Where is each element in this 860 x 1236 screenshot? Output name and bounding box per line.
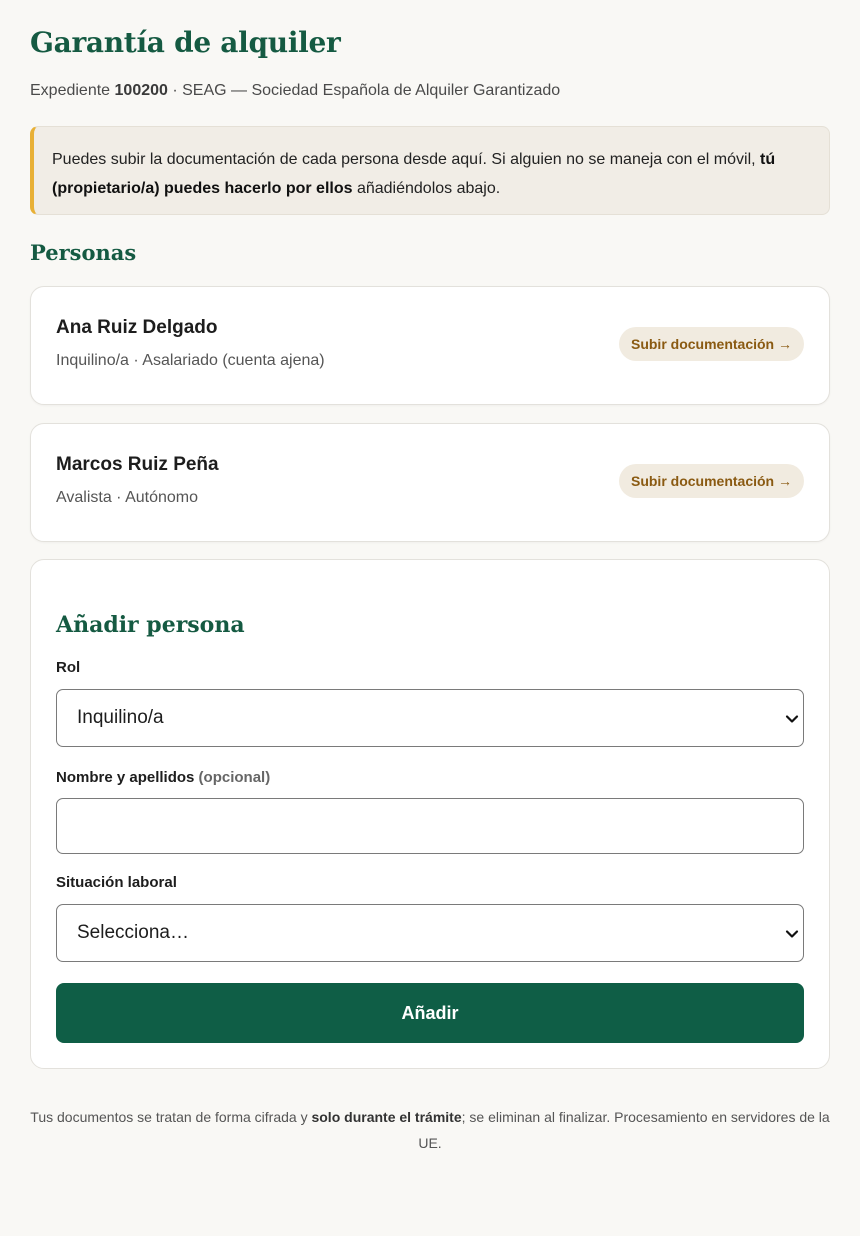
persons-section-title: Personas: [30, 240, 137, 265]
person-name: Ana Ruiz Delgado: [56, 317, 218, 338]
person-name: Marcos Ruiz Peña: [56, 454, 219, 475]
person-card: Marcos Ruiz Peña Avalista · Autónomo Sub…: [30, 423, 830, 542]
role-select-value: Inquilino/a: [77, 707, 164, 728]
info-notice: Puedes subir la documentación de cada pe…: [30, 126, 830, 215]
name-label: Nombre y apellidos (opcional): [56, 769, 270, 786]
footer-bold-text: solo durante el trámite: [311, 1109, 462, 1125]
footer-text: Tus documentos se tratan de forma cifrad…: [30, 1109, 312, 1125]
file-subtitle: Expediente 100200 · SEAG — Sociedad Espa…: [30, 82, 560, 100]
add-person-title: Añadir persona: [56, 612, 245, 638]
work-status-select-value: Selecciona…: [77, 922, 189, 943]
person-card: Ana Ruiz Delgado Inquilino/a · Asalariad…: [30, 286, 830, 405]
notice-text: Puedes subir la documentación de cada pe…: [52, 151, 761, 168]
footer-text-end: ; se eliminan al finalizar. Procesamient…: [418, 1109, 830, 1151]
add-person-form: Añadir persona Rol Inquilino/a Nombre y …: [30, 559, 830, 1069]
expediente-number: 100200: [114, 82, 168, 99]
expediente-label: Expediente: [30, 82, 111, 99]
optional-hint: (opcional): [198, 769, 271, 786]
name-input[interactable]: [56, 798, 804, 854]
name-label-text: Nombre y apellidos: [56, 769, 195, 786]
upload-documents-button[interactable]: Subir documentación →: [618, 464, 804, 498]
chevron-down-icon: [785, 715, 799, 723]
page-title: Garantía de alquiler: [30, 26, 341, 59]
upload-documents-button[interactable]: Subir documentación →: [618, 327, 804, 361]
work-status-select[interactable]: Selecciona…: [56, 904, 804, 962]
chevron-down-icon: [785, 930, 799, 938]
notice-text-end: añadiéndolos abajo.: [352, 180, 501, 197]
privacy-footer: Tus documentos se tratan de forma cifrad…: [30, 1104, 830, 1156]
role-label: Rol: [56, 659, 81, 676]
role-select[interactable]: Inquilino/a: [56, 689, 804, 747]
work-status-label: Situación laboral: [56, 874, 177, 891]
add-person-button[interactable]: Añadir: [56, 983, 804, 1043]
company-name: · SEAG — Sociedad Española de Alquiler G…: [167, 82, 561, 99]
person-role: Inquilino/a · Asalariado (cuenta ajena): [56, 352, 325, 369]
person-role: Avalista · Autónomo: [56, 489, 199, 506]
